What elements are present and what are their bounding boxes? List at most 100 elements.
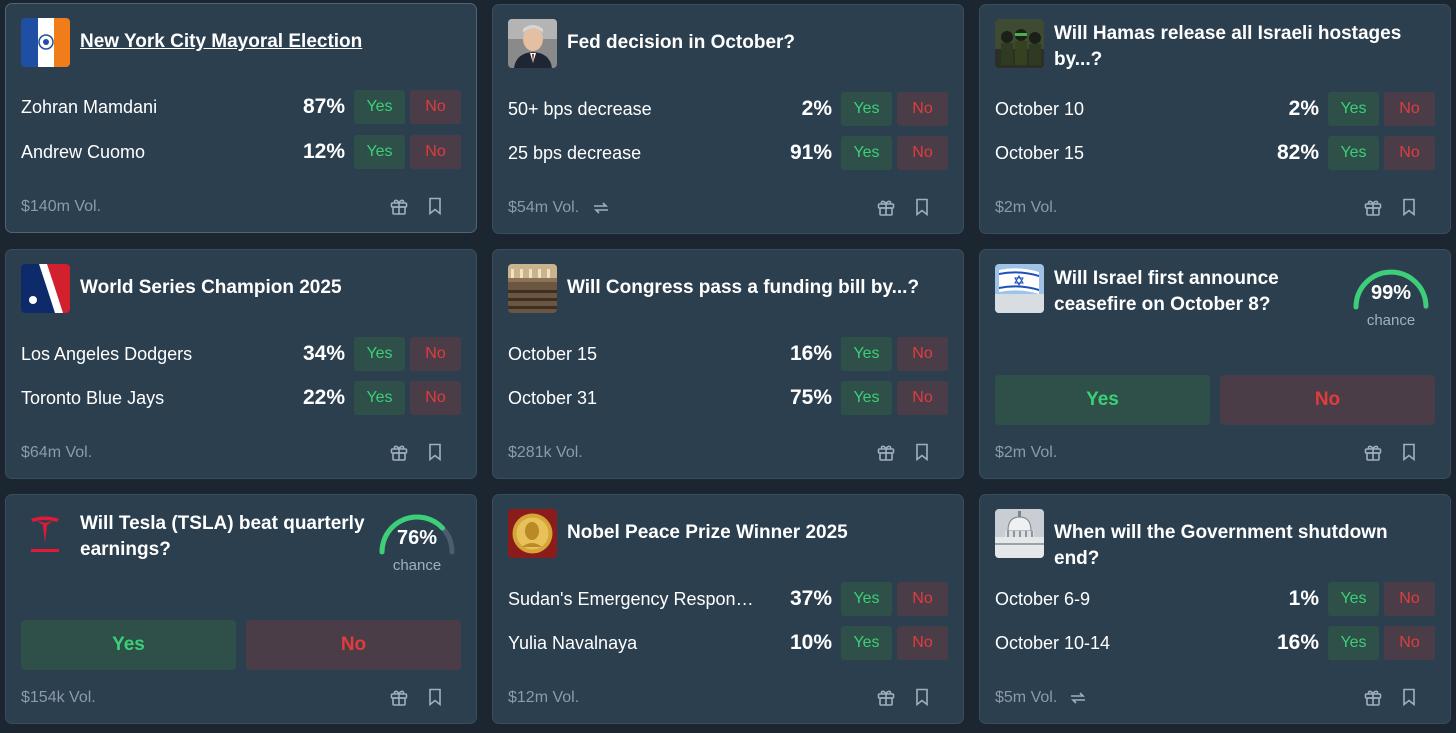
gift-icon[interactable] — [876, 197, 896, 217]
chance-label: chance — [392, 557, 442, 574]
outcome-percent: 87% — [302, 95, 345, 118]
outcome-row: Los Angeles Dodgers 34% Yes No — [21, 337, 461, 371]
bookmark-icon[interactable] — [1399, 687, 1419, 707]
outcome-percent: 16% — [1276, 631, 1319, 654]
buy-yes-button[interactable]: Yes — [841, 626, 892, 660]
buy-yes-button[interactable]: Yes — [21, 620, 236, 670]
buy-no-button[interactable]: No — [897, 626, 948, 660]
buy-no-button[interactable]: No — [1384, 92, 1435, 126]
bookmark-icon[interactable] — [912, 687, 932, 707]
bookmark-icon[interactable] — [425, 442, 445, 462]
market-card[interactable]: When will the Government shutdown end? O… — [979, 494, 1451, 724]
market-card[interactable]: New York City Mayoral Election Zohran Ma… — [5, 3, 477, 233]
volume-text: $140m Vol. — [21, 198, 102, 215]
bookmark-icon[interactable] — [425, 687, 445, 707]
gift-icon[interactable] — [1363, 442, 1383, 462]
buy-no-button[interactable]: No — [410, 381, 461, 415]
outcome-row: Yulia Navalnaya 10% Yes No — [508, 626, 948, 660]
market-title[interactable]: Fed decision in October? — [567, 30, 943, 56]
bookmark-icon[interactable] — [1399, 442, 1419, 462]
buy-no-button[interactable]: No — [897, 136, 948, 170]
gift-icon[interactable] — [876, 687, 896, 707]
buy-yes-button[interactable]: Yes — [841, 136, 892, 170]
gift-icon[interactable] — [1363, 197, 1383, 217]
outcome-label: October 15 — [995, 143, 1085, 163]
outcome-label: Los Angeles Dodgers — [21, 344, 193, 364]
chance-gauge: 76% chance — [376, 507, 458, 577]
outcome-row: 50+ bps decrease 2% Yes No — [508, 92, 948, 126]
market-title[interactable]: World Series Champion 2025 — [80, 275, 456, 301]
buy-no-button[interactable]: No — [1384, 626, 1435, 660]
congress-chamber-icon — [508, 264, 557, 313]
bookmark-icon[interactable] — [912, 442, 932, 462]
card-footer: $281k Vol. — [508, 442, 948, 464]
buy-no-button[interactable]: No — [410, 135, 461, 169]
outcome-percent: 37% — [789, 587, 832, 610]
buy-no-button[interactable]: No — [897, 92, 948, 126]
outcome-label: Yulia Navalnaya — [508, 633, 638, 653]
gift-icon[interactable] — [876, 442, 896, 462]
buy-no-button[interactable]: No — [410, 337, 461, 371]
market-card[interactable]: Fed decision in October? 50+ bps decreas… — [492, 4, 964, 234]
buy-yes-button[interactable]: Yes — [1328, 626, 1379, 660]
buy-yes-button[interactable]: Yes — [841, 92, 892, 126]
market-title[interactable]: Will Congress pass a funding bill by...? — [567, 275, 943, 301]
outcome-percent: 2% — [1288, 97, 1319, 120]
buy-no-button[interactable]: No — [897, 381, 948, 415]
outcome-percent: 75% — [789, 386, 832, 409]
gift-icon[interactable] — [389, 196, 409, 216]
hamas-photo-icon — [995, 19, 1044, 68]
market-title[interactable]: Will Israel first announce ceasefire on … — [1054, 266, 1340, 318]
outcome-label: October 10 — [995, 99, 1085, 119]
outcome-row: October 15 82% Yes No — [995, 136, 1435, 170]
buy-no-button[interactable]: No — [897, 337, 948, 371]
recurring-icon — [1069, 690, 1087, 706]
market-card[interactable]: Nobel Peace Prize Winner 2025 Sudan's Em… — [492, 494, 964, 724]
buy-yes-button[interactable]: Yes — [995, 375, 1210, 425]
gift-icon[interactable] — [1363, 687, 1383, 707]
buy-no-button[interactable]: No — [1220, 375, 1435, 425]
buy-yes-button[interactable]: Yes — [1328, 582, 1379, 616]
market-title[interactable]: Will Hamas release all Israeli hostages … — [1054, 21, 1430, 73]
buy-yes-button[interactable]: Yes — [354, 337, 405, 371]
market-title[interactable]: When will the Government shutdown end? — [1054, 520, 1430, 572]
bookmark-icon[interactable] — [912, 197, 932, 217]
outcome-label: October 10-14 — [995, 633, 1111, 653]
market-card[interactable]: Will Hamas release all Israeli hostages … — [979, 4, 1451, 234]
outcome-row: Sudan's Emergency Response... 37% Yes No — [508, 582, 948, 616]
outcome-row: October 10-14 16% Yes No — [995, 626, 1435, 660]
market-card[interactable]: World Series Champion 2025 Los Angeles D… — [5, 249, 477, 479]
buy-yes-button[interactable]: Yes — [354, 90, 405, 124]
buy-yes-button[interactable]: Yes — [1328, 92, 1379, 126]
outcome-label: Sudan's Emergency Response... — [508, 589, 758, 609]
buy-no-button[interactable]: No — [246, 620, 461, 670]
buy-yes-button[interactable]: Yes — [841, 381, 892, 415]
buy-no-button[interactable]: No — [897, 582, 948, 616]
buy-yes-button[interactable]: Yes — [841, 337, 892, 371]
market-title[interactable]: New York City Mayoral Election — [80, 29, 456, 55]
buy-no-button[interactable]: No — [410, 90, 461, 124]
market-card[interactable]: Will Congress pass a funding bill by...?… — [492, 249, 964, 479]
market-card[interactable]: Will Tesla (TSLA) beat quarterly earning… — [5, 494, 477, 724]
gift-icon[interactable] — [389, 442, 409, 462]
buy-yes-button[interactable]: Yes — [354, 135, 405, 169]
buy-yes-button[interactable]: Yes — [841, 582, 892, 616]
gift-icon[interactable] — [389, 687, 409, 707]
buy-yes-button[interactable]: Yes — [354, 381, 405, 415]
volume-text: $2m Vol. — [995, 199, 1058, 216]
outcome-row: October 6-9 1% Yes No — [995, 582, 1435, 616]
card-footer: $140m Vol. — [21, 196, 461, 218]
outcome-percent: 1% — [1288, 587, 1319, 610]
market-title[interactable]: Will Tesla (TSLA) beat quarterly earning… — [80, 511, 366, 563]
market-card[interactable]: Will Israel first announce ceasefire on … — [979, 249, 1451, 479]
outcome-percent: 10% — [789, 631, 832, 654]
card-footer: $2m Vol. — [995, 442, 1435, 464]
capitol-icon — [995, 509, 1044, 558]
bookmark-icon[interactable] — [425, 196, 445, 216]
buy-no-button[interactable]: No — [1384, 582, 1435, 616]
bookmark-icon[interactable] — [1399, 197, 1419, 217]
market-title[interactable]: Nobel Peace Prize Winner 2025 — [567, 520, 943, 546]
buy-no-button[interactable]: No — [1384, 136, 1435, 170]
outcome-percent: 34% — [302, 342, 345, 365]
buy-yes-button[interactable]: Yes — [1328, 136, 1379, 170]
